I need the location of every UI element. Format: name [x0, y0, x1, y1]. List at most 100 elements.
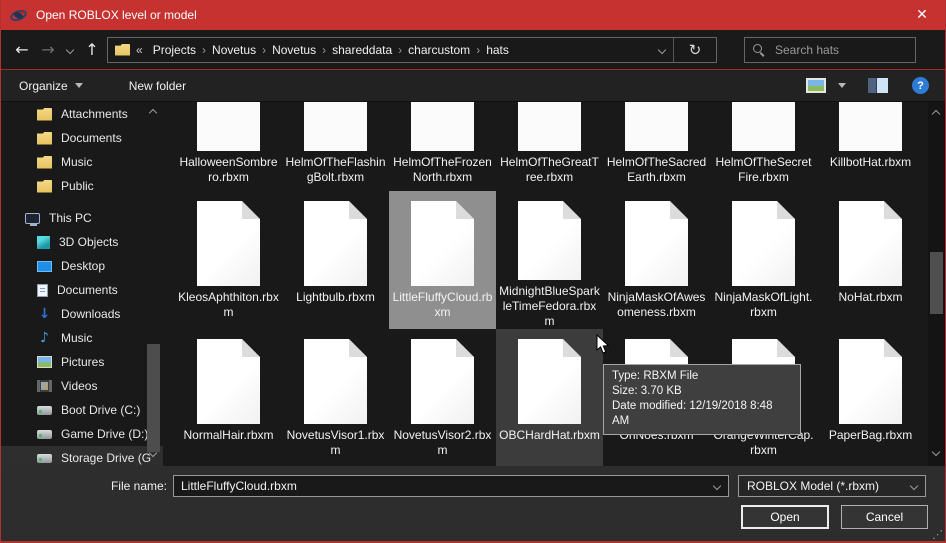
file-item[interactable]: HalloweenSombrero.rbxm — [175, 102, 282, 191]
help-glyph: ? — [917, 80, 924, 92]
sidebar-item-documents[interactable]: Documents — [1, 126, 163, 150]
close-button[interactable]: ✕ — [899, 0, 945, 30]
sidebar-item-downloads[interactable]: ↓Downloads — [1, 302, 163, 326]
new-folder-label: New folder — [129, 79, 186, 93]
file-name: NinjaMaskOfLight.rbxm — [713, 290, 814, 320]
organize-button[interactable]: Organize — [19, 79, 83, 93]
file-item[interactable]: NovetusVisor2.rbxm — [389, 329, 496, 467]
sidebar-item-music[interactable]: Music — [1, 150, 163, 174]
drive-icon — [37, 406, 52, 415]
sidebar-item-label: Storage Drive (G — [61, 451, 151, 465]
preview-pane-icon[interactable] — [868, 78, 888, 93]
search-box[interactable] — [744, 37, 916, 63]
file-list: HalloweenSombrero.rbxm HelmOfTheFlashing… — [163, 102, 945, 466]
file-icon — [304, 201, 367, 286]
forward-button[interactable]: → — [35, 37, 61, 63]
breadcrumb-item-novetus[interactable]: Novetus — [206, 43, 262, 57]
recent-locations-button[interactable] — [61, 37, 79, 63]
sidebar-item-attachments[interactable]: Attachments — [1, 102, 163, 126]
file-item[interactable]: PaperBag.rbxm — [817, 329, 924, 467]
address-dropdown-button[interactable] — [651, 47, 673, 53]
file-item[interactable]: NinjaMaskOfAwesomeness.rbxm — [603, 191, 710, 329]
cancel-button-label: Cancel — [866, 510, 903, 524]
chevron-down-icon — [658, 45, 666, 53]
file-item[interactable]: Lightbulb.rbxm — [282, 191, 389, 329]
chevron-down-icon — [713, 482, 721, 490]
file-type-value: ROBLOX Model (*.rbxm) — [739, 479, 903, 493]
file-item[interactable]: KillbotHat.rbxm — [817, 102, 924, 191]
file-type-select[interactable]: ROBLOX Model (*.rbxm) — [738, 475, 926, 497]
cancel-button[interactable]: Cancel — [841, 505, 928, 529]
file-item[interactable]: NoHat.rbxm — [817, 191, 924, 329]
file-item[interactable]: HelmOfTheSacredEarth.rbxm — [603, 102, 710, 191]
file-icon — [197, 339, 260, 424]
file-name-input[interactable] — [174, 479, 706, 493]
file-item[interactable]: HelmOfTheGreatTree.rbxm — [496, 102, 603, 191]
sidebar-item-game-drive[interactable]: Game Drive (D:) — [1, 422, 163, 446]
folder-icon — [37, 156, 52, 169]
sidebar-item-videos[interactable]: Videos — [1, 374, 163, 398]
file-item[interactable]: KleosAphthiton.rbxm — [175, 191, 282, 329]
change-view-icon[interactable] — [806, 78, 826, 93]
breadcrumb-item-shareddata[interactable]: shareddata — [326, 43, 398, 57]
scroll-up-icon[interactable] — [932, 110, 940, 118]
file-item-selected[interactable]: LittleFluffyCloud.rbxm — [389, 191, 496, 329]
sidebar-item-label: Pictures — [61, 355, 104, 369]
breadcrumb-item-novetus2[interactable]: Novetus — [266, 43, 322, 57]
file-name: NormalHair.rbxm — [183, 428, 273, 443]
file-item-hovered[interactable]: OBCHardHat.rbxm — [496, 329, 603, 467]
scroll-down-icon[interactable] — [932, 448, 940, 456]
file-icon — [197, 102, 260, 151]
breadcrumb-item-hats[interactable]: hats — [480, 43, 515, 57]
resize-grip[interactable]: ⋰ — [932, 528, 943, 541]
file-name: HelmOfTheFlashingBolt.rbxm — [285, 155, 386, 185]
refresh-button[interactable]: ↻ — [674, 41, 716, 59]
sidebar-item-storage-drive[interactable]: Storage Drive (G — [1, 446, 163, 466]
file-name: NoHat.rbxm — [838, 290, 902, 305]
file-name-combobox[interactable] — [173, 475, 729, 497]
file-name: MidnightBlueSparkleTimeFedora.rbxm — [499, 284, 600, 329]
breadcrumb-item-charcustom[interactable]: charcustom — [402, 43, 476, 57]
file-name: OBCHardHat.rbxm — [499, 428, 600, 443]
sidebar-item-3d-objects[interactable]: 3D Objects — [1, 230, 163, 254]
drive-icon — [37, 454, 52, 463]
file-name-dropdown-button[interactable] — [706, 483, 728, 489]
chevron-down-icon[interactable] — [838, 83, 846, 88]
tooltip-size: Size: 3.70 KB — [612, 384, 792, 399]
breadcrumb-item-projects[interactable]: Projects — [147, 43, 202, 57]
help-icon[interactable]: ? — [912, 77, 929, 94]
scrollbar-thumb[interactable] — [930, 252, 943, 314]
file-item[interactable]: NovetusVisor1.rbxm — [282, 329, 389, 467]
new-folder-button[interactable]: New folder — [129, 79, 186, 93]
file-item[interactable]: NinjaMaskOfLight.rbxm — [710, 191, 817, 329]
file-item[interactable]: MidnightBlueSparkleTimeFedora.rbxm — [496, 191, 603, 329]
back-button[interactable]: ← — [9, 37, 35, 63]
open-button[interactable]: Open — [741, 505, 829, 529]
file-icon — [197, 201, 260, 286]
file-name: KillbotHat.rbxm — [830, 155, 911, 170]
sidebar-item-documents-pc[interactable]: Documents — [1, 278, 163, 302]
search-input[interactable] — [773, 42, 908, 58]
file-type-dropdown-button[interactable] — [903, 483, 925, 489]
sidebar-item-boot-drive[interactable]: Boot Drive (C:) — [1, 398, 163, 422]
up-button[interactable]: ↑ — [79, 37, 105, 63]
mouse-cursor-icon — [596, 334, 611, 355]
scroll-up-icon[interactable] — [149, 109, 157, 117]
back-icon: ← — [15, 40, 28, 59]
file-list-scrollbar[interactable] — [928, 102, 945, 466]
sidebar-scrollbar[interactable] — [145, 102, 162, 466]
sidebar-item-desktop[interactable]: Desktop — [1, 254, 163, 278]
sidebar-item-music-pc[interactable]: ♪Music — [1, 326, 163, 350]
file-item[interactable]: HelmOfTheFlashingBolt.rbxm — [282, 102, 389, 191]
file-item[interactable]: HelmOfTheFrozenNorth.rbxm — [389, 102, 496, 191]
breadcrumb[interactable]: « Projects › Novetus › Novetus › sharedd… — [107, 37, 717, 63]
sidebar-item-public[interactable]: Public — [1, 174, 163, 198]
file-item[interactable]: NormalHair.rbxm — [175, 329, 282, 467]
sidebar-item-pictures[interactable]: Pictures — [1, 350, 163, 374]
sidebar-scrollbar-thumb[interactable] — [147, 344, 160, 452]
title-bar[interactable]: Open ROBLOX level or model ✕ — [1, 0, 945, 30]
breadcrumb-overflow[interactable]: « — [136, 43, 143, 57]
file-item[interactable]: HelmOfTheSecretFire.rbxm — [710, 102, 817, 191]
sidebar-item-this-pc[interactable]: This PC — [1, 206, 163, 230]
open-file-dialog: Open ROBLOX level or model ✕ ← → ↑ « Pro… — [0, 0, 946, 543]
